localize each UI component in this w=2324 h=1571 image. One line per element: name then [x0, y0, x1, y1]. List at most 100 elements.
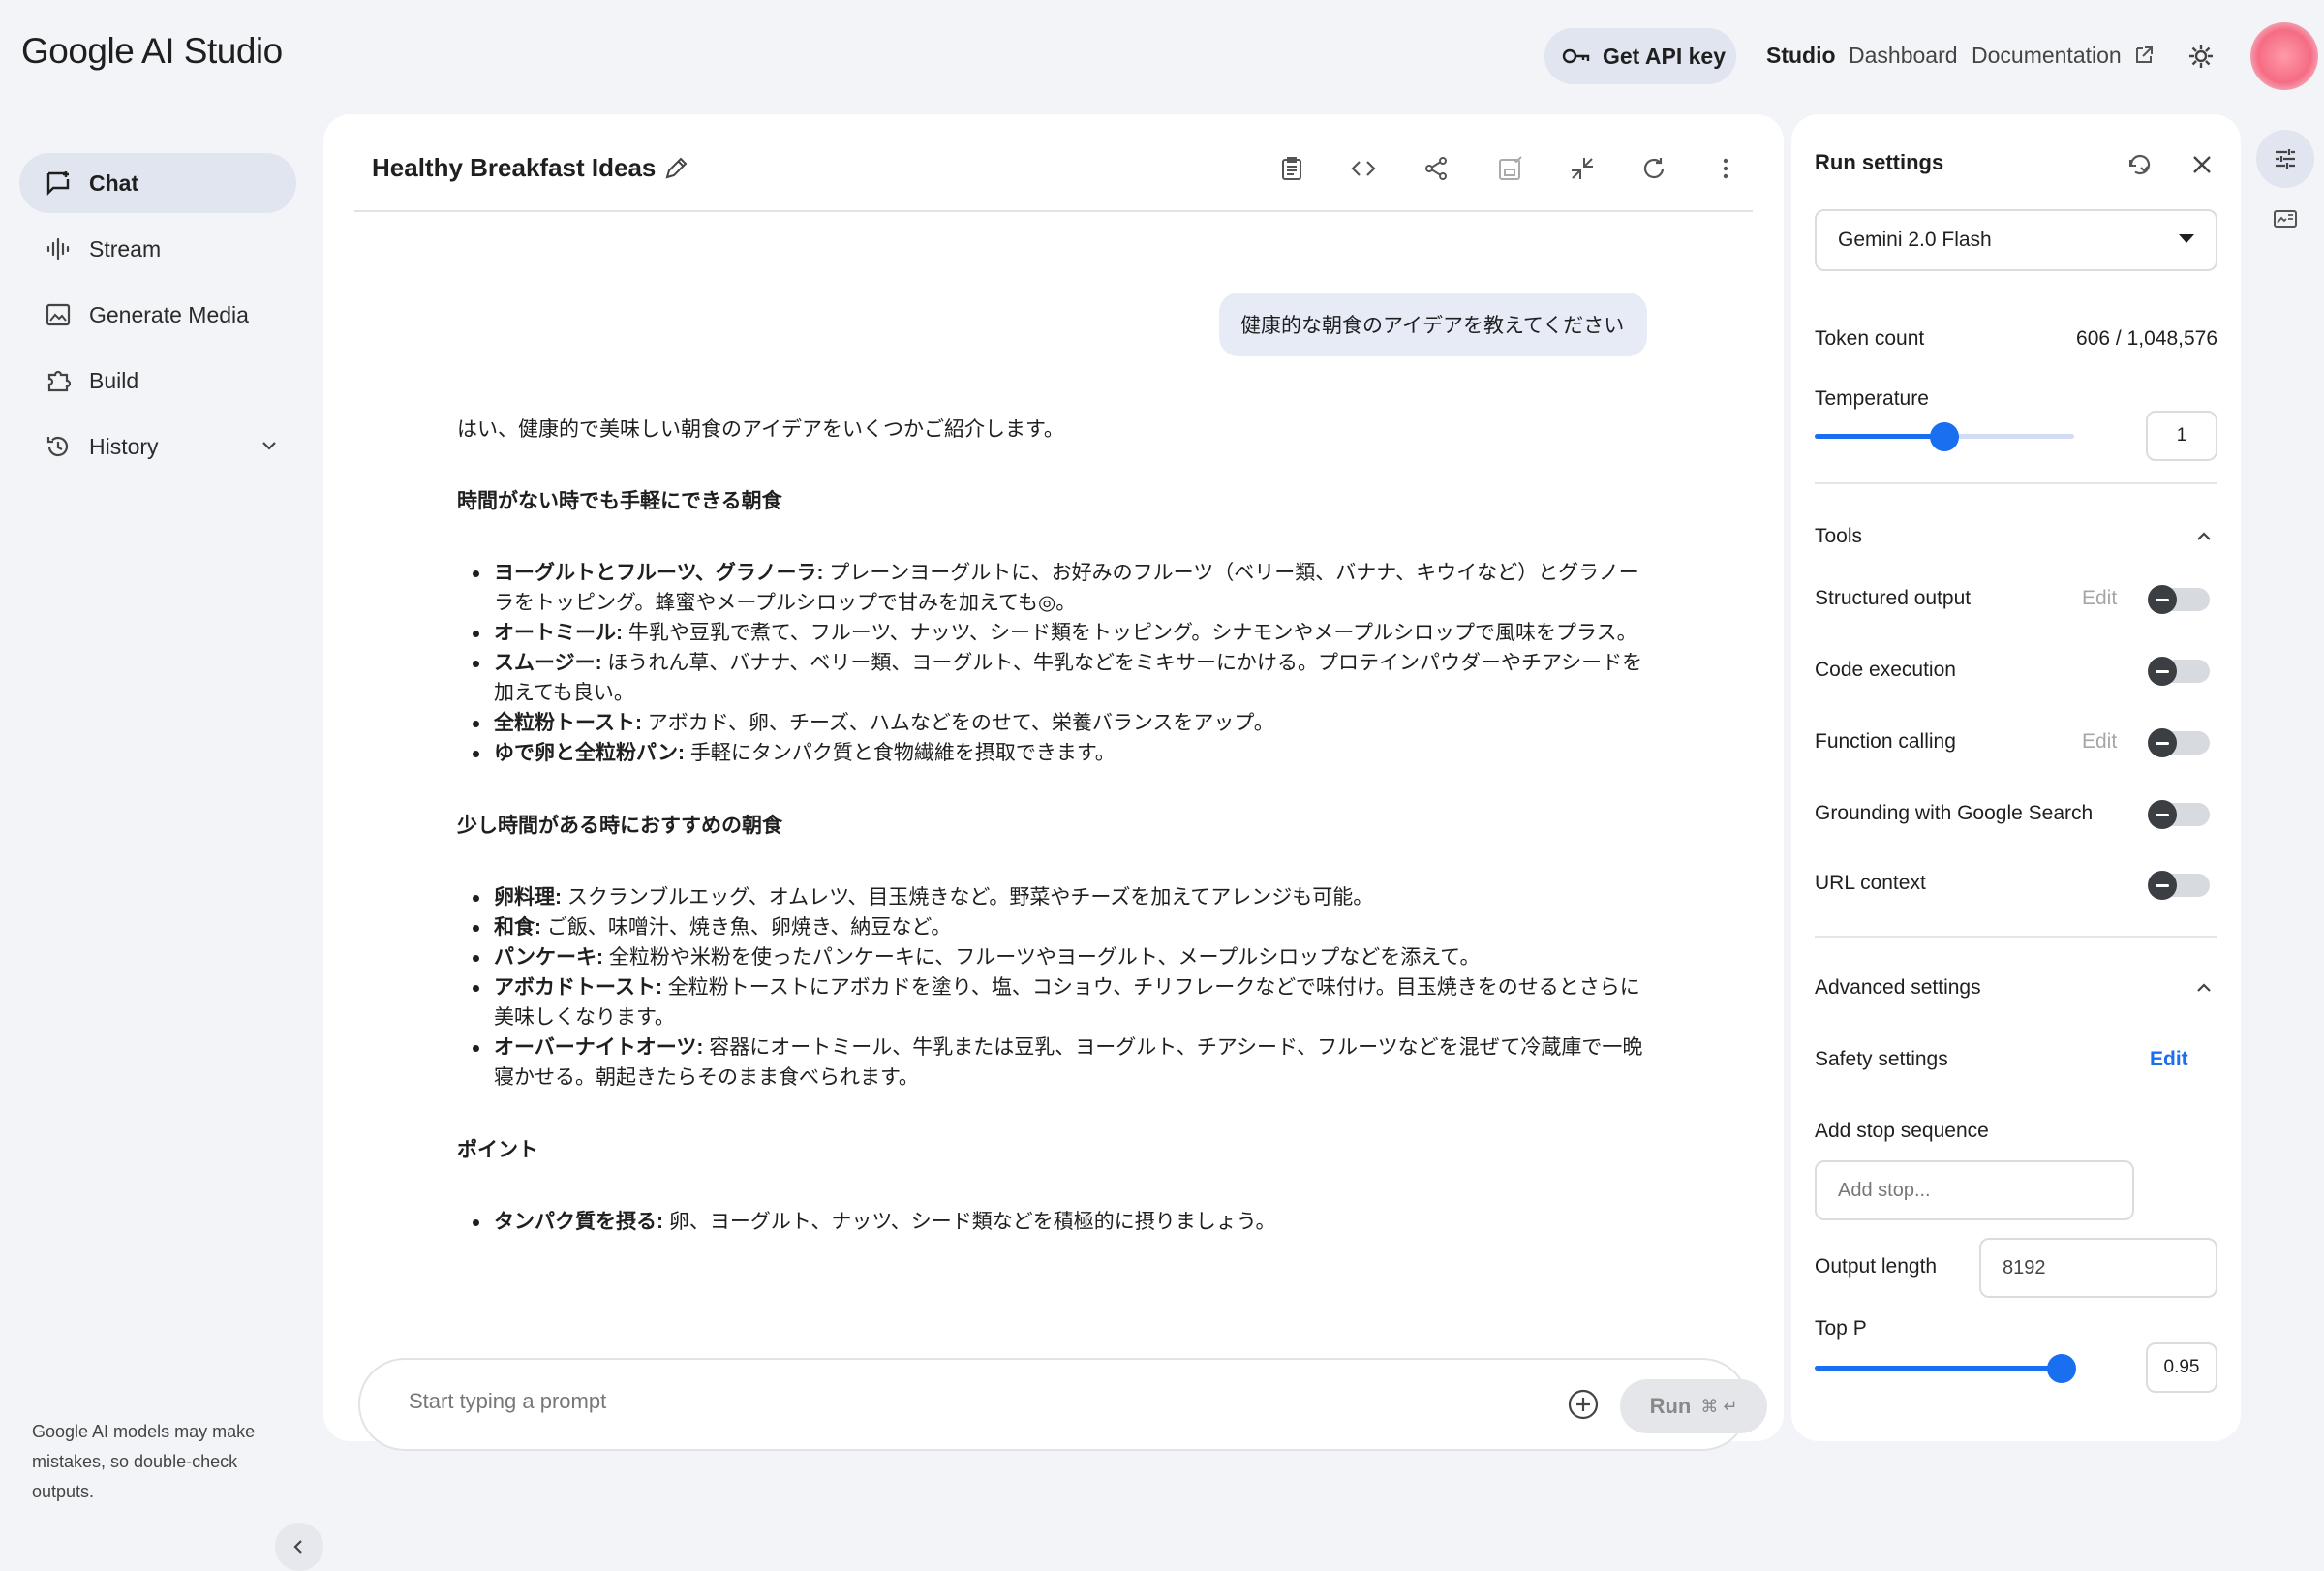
- user-avatar[interactable]: [2250, 22, 2318, 90]
- sidebar-item-label: Chat: [89, 169, 139, 196]
- list-item: スムージー: ほうれん草、バナナ、ベリー類、ヨーグルト、牛乳などをミキサーにかけ…: [457, 648, 1648, 708]
- run-settings-panel: Run settings Gemini 2.0 Flash Token coun…: [1791, 114, 2241, 1441]
- structured-output-edit-button[interactable]: Edit: [2082, 587, 2117, 610]
- toggle-knob: [2148, 728, 2177, 757]
- list-item: パンケーキ: 全粒粉や米粉を使ったパンケーキに、フルーツやヨーグルト、メープルシ…: [457, 942, 1648, 972]
- top-p-input[interactable]: 0.95: [2146, 1342, 2217, 1393]
- save-icon: [1499, 156, 1522, 180]
- dropdown-caret-icon: [2179, 234, 2194, 243]
- chevron-up-icon[interactable]: [2194, 978, 2214, 998]
- run-settings-title: Run settings: [1815, 150, 1944, 174]
- stop-sequence-label: Add stop sequence: [1815, 1120, 1989, 1142]
- temperature-slider[interactable]: [1815, 422, 2074, 451]
- media-panel-button[interactable]: [2256, 190, 2314, 248]
- save-button[interactable]: [1494, 153, 1525, 184]
- function-calling-toggle[interactable]: [2148, 728, 2210, 757]
- app-logo[interactable]: Google AI Studio: [21, 31, 283, 72]
- nav-studio[interactable]: Studio: [1766, 43, 1836, 69]
- reset-settings-button[interactable]: [2125, 149, 2156, 180]
- run-shortcut: ⌘ ↵: [1700, 1396, 1738, 1416]
- tools-section-header[interactable]: Tools: [1815, 525, 1862, 548]
- external-link-icon: [2136, 46, 2154, 63]
- run-button[interactable]: Run ⌘ ↵: [1620, 1379, 1767, 1433]
- clipboard-button[interactable]: [1276, 153, 1307, 184]
- sidebar-item-stream[interactable]: Stream: [19, 219, 296, 279]
- grounding-toggle[interactable]: [2148, 800, 2210, 829]
- run-settings-toggle-button[interactable]: [2256, 130, 2314, 188]
- tool-function-calling-label: Function calling: [1815, 730, 1956, 753]
- top-p-label: Top P: [1815, 1317, 1867, 1340]
- nav-dashboard[interactable]: Dashboard: [1849, 43, 1958, 69]
- list-item: アボカドトースト: 全粒粉トーストにアボカドを塗り、塩、コショウ、チリフレークな…: [457, 972, 1648, 1032]
- list-item: 和食: ご飯、味噌汁、焼き魚、卵焼き、納豆など。: [457, 912, 1648, 942]
- sidebar-item-label: Stream: [89, 235, 162, 262]
- collapse-sidebar-button[interactable]: [275, 1523, 323, 1571]
- chat-icon: [46, 171, 70, 196]
- nav-documentation[interactable]: Documentation: [1972, 43, 2155, 69]
- more-vert-icon: [1723, 158, 1728, 179]
- section-divider: [1815, 482, 2217, 484]
- safety-settings-label: Safety settings: [1815, 1048, 1948, 1070]
- response-section-title: 時間がない時でも手軽にできる朝食: [457, 490, 782, 512]
- response-intro: はい、健康的で美味しい朝食のアイデアをいくつかご紹介します。: [457, 418, 1064, 441]
- temperature-slider-thumb[interactable]: [1930, 422, 1959, 451]
- chevron-up-icon[interactable]: [2194, 527, 2214, 546]
- run-label: Run: [1649, 1394, 1692, 1418]
- code-execution-toggle[interactable]: [2148, 657, 2210, 686]
- more-options-button[interactable]: [1710, 153, 1741, 184]
- sidebar-item-label: Generate Media: [89, 301, 249, 327]
- prompt-input[interactable]: [409, 1389, 1474, 1414]
- tune-icon: [2276, 149, 2295, 169]
- list-item: ヨーグルトとフルーツ、グラノーラ: プレーンヨーグルトに、お好みのフルーツ（ベリ…: [457, 558, 1648, 618]
- safety-settings-edit-button[interactable]: Edit: [2150, 1048, 2188, 1071]
- get-code-button[interactable]: [1348, 153, 1379, 184]
- compare-icon: [1572, 158, 1593, 179]
- tool-structured-output-label: Structured output: [1815, 587, 1972, 609]
- toggle-knob: [2148, 585, 2177, 614]
- stop-sequence-input[interactable]: [1815, 1160, 2134, 1220]
- history-icon: [46, 436, 69, 457]
- temperature-input[interactable]: 1: [2146, 411, 2217, 461]
- sidebar-item-history[interactable]: History: [19, 416, 296, 477]
- structured-output-toggle[interactable]: [2148, 585, 2210, 614]
- response-section-title: 少し時間がある時におすすめの朝食: [457, 815, 782, 837]
- edit-title-icon[interactable]: [662, 155, 689, 182]
- refresh-button[interactable]: [1638, 153, 1669, 184]
- stream-icon: [46, 237, 70, 261]
- settings-gear-icon[interactable]: [2186, 42, 2216, 71]
- get-api-key-button[interactable]: Get API key: [1544, 28, 1736, 84]
- chevron-down-icon[interactable]: [260, 436, 279, 455]
- response-section-title: ポイント: [457, 1139, 538, 1161]
- advanced-settings-header[interactable]: Advanced settings: [1815, 976, 1981, 1000]
- temperature-slider-fill: [1815, 434, 1944, 439]
- top-p-slider-fill: [1815, 1366, 2062, 1371]
- url-context-toggle[interactable]: [2148, 871, 2210, 900]
- sidebar-item-label: History: [89, 433, 159, 459]
- sidebar-item-build[interactable]: Build: [19, 351, 296, 411]
- share-icon: [1425, 157, 1447, 180]
- list-item: タンパク質を摂る: 卵、ヨーグルト、ナッツ、シード類などを積極的に摂りましょう。: [457, 1207, 1648, 1237]
- get-api-key-label: Get API key: [1603, 43, 1726, 69]
- sidebar-item-label: Build: [89, 367, 139, 393]
- image-icon: [46, 303, 71, 326]
- function-calling-edit-button[interactable]: Edit: [2082, 730, 2117, 754]
- sidebar-item-chat[interactable]: Chat: [19, 153, 296, 213]
- top-p-slider-thumb[interactable]: [2046, 1354, 2076, 1383]
- add-media-icon[interactable]: [1566, 1387, 1601, 1422]
- clipboard-icon: [1282, 157, 1301, 180]
- list-item: 卵料理: スクランブルエッグ、オムレツ、目玉焼きなど。野菜やチーズを加えてアレン…: [457, 882, 1648, 912]
- share-button[interactable]: [1421, 153, 1452, 184]
- tool-grounding-label: Grounding with Google Search: [1815, 802, 2094, 824]
- compare-button[interactable]: [1567, 153, 1598, 184]
- toggle-knob: [2148, 800, 2177, 829]
- output-length-input[interactable]: 8192: [1979, 1238, 2217, 1298]
- list-item: オーバーナイトオーツ: 容器にオートミール、牛乳または豆乳、ヨーグルト、チアシー…: [457, 1032, 1648, 1093]
- top-bar: Google AI Studio Get API key Studio Dash…: [0, 0, 2324, 112]
- sidebar: Chat Stream Generate Media Build History…: [0, 136, 323, 1571]
- model-select[interactable]: Gemini 2.0 Flash: [1815, 209, 2217, 271]
- close-settings-button[interactable]: [2186, 149, 2217, 180]
- model-select-value: Gemini 2.0 Flash: [1838, 229, 1992, 251]
- sidebar-item-generate-media[interactable]: Generate Media: [19, 285, 296, 345]
- list-item: 全粒粉トースト: アボカド、卵、チーズ、ハムなどをのせて、栄養バランスをアップ。: [457, 708, 1648, 738]
- top-p-slider[interactable]: [1815, 1354, 2076, 1383]
